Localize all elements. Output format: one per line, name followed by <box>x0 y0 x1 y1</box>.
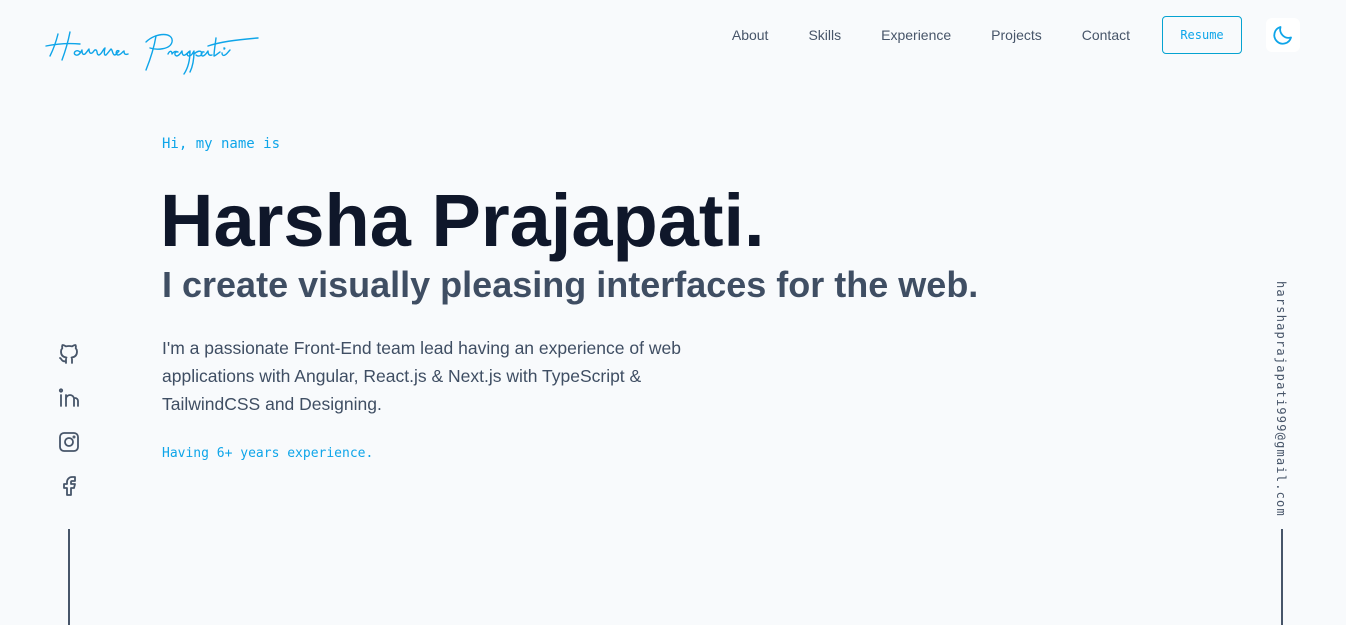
hero-tagline: I create visually pleasing interfaces fo… <box>162 264 979 305</box>
hero-name: Harsha Prajapati. <box>160 179 765 262</box>
right-rail-line <box>1281 529 1283 625</box>
instagram-link[interactable] <box>57 430 81 454</box>
hero-greeting: Hi, my name is <box>162 136 281 152</box>
linkedin-icon <box>58 388 79 407</box>
facebook-icon <box>63 476 76 496</box>
hero-intro: I'm a passionate Front-End team lead hav… <box>162 338 681 414</box>
theme-toggle-button[interactable] <box>1266 18 1300 52</box>
nav-contact[interactable]: Contact <box>1082 16 1130 54</box>
facebook-link[interactable] <box>57 474 81 498</box>
linkedin-link[interactable] <box>57 386 81 410</box>
resume-button[interactable]: Resume <box>1162 16 1242 54</box>
instagram-icon <box>59 432 79 452</box>
left-rail-line <box>68 529 70 625</box>
hero-experience: Having 6+ years experience. <box>162 446 374 461</box>
logo-signature[interactable] <box>44 24 268 76</box>
nav-about[interactable]: About <box>732 16 769 54</box>
portfolio-page: About Skills Experience Projects Contact… <box>0 0 1346 625</box>
moon-icon <box>1273 26 1292 45</box>
main-nav: About Skills Experience Projects Contact… <box>732 16 1300 54</box>
email-link[interactable]: harshaprajapati999@gmail.com <box>1274 281 1288 517</box>
github-icon <box>59 344 78 364</box>
nav-experience[interactable]: Experience <box>881 16 951 54</box>
social-links <box>56 342 82 518</box>
github-link[interactable] <box>57 342 81 366</box>
nav-skills[interactable]: Skills <box>808 16 841 54</box>
nav-projects[interactable]: Projects <box>991 16 1042 54</box>
